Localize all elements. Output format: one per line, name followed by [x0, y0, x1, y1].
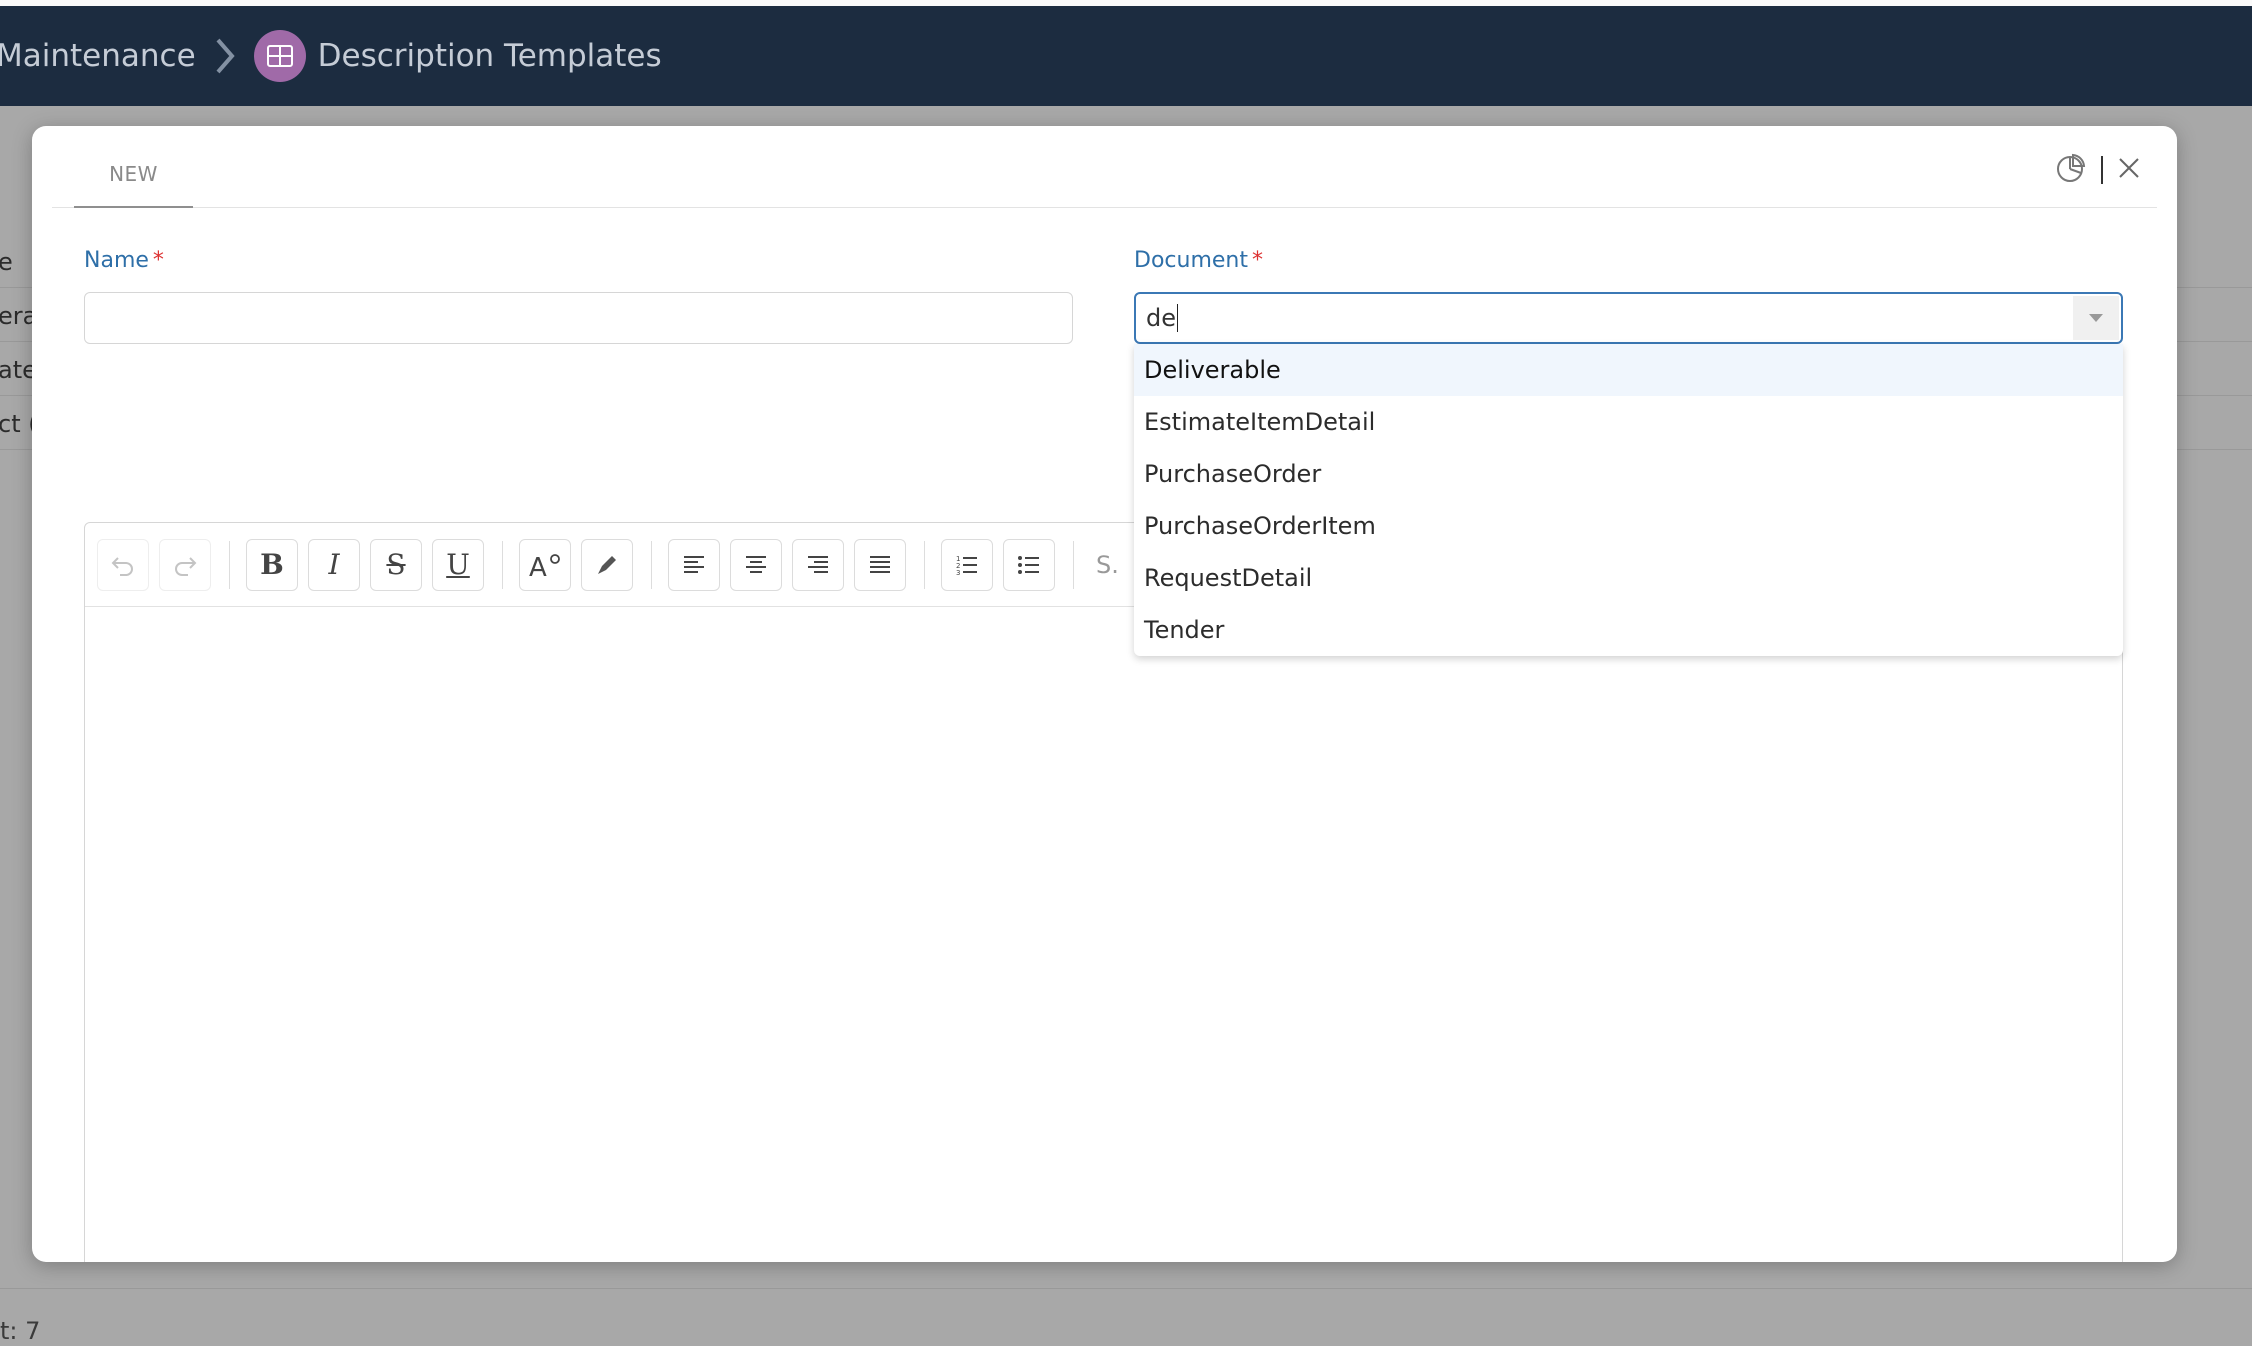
- close-icon[interactable]: [2117, 156, 2141, 184]
- toolbar-separator: [651, 540, 652, 589]
- document-options-list: Deliverable EstimateItemDetail PurchaseO…: [1134, 344, 2123, 656]
- ordered-list-icon: 123: [956, 555, 977, 576]
- document-label-text: Document: [1134, 248, 1248, 273]
- required-mark: *: [1251, 248, 1263, 273]
- align-justify-button[interactable]: [854, 538, 906, 591]
- bullet-list-icon: [1018, 555, 1039, 574]
- record-count: t: 7: [0, 1317, 41, 1345]
- background-footer: t: 7: [0, 1288, 2252, 1346]
- new-template-dialog: NEW Name * Document * de B I S U A 1 2 3…: [32, 126, 2177, 1262]
- breadcrumb-current: Description Templates: [317, 38, 662, 74]
- required-mark: *: [152, 248, 164, 273]
- actions-divider: [2101, 156, 2103, 184]
- toolbar-separator: [229, 540, 230, 589]
- option-item[interactable]: Tender: [1134, 604, 2123, 656]
- align-center-button[interactable]: [730, 538, 782, 591]
- italic-button[interactable]: I: [308, 538, 360, 591]
- option-item[interactable]: EstimateItemDetail: [1134, 396, 2123, 448]
- bold-button[interactable]: B: [246, 538, 298, 591]
- document-label: Document *: [1134, 248, 1263, 273]
- name-label: Name *: [84, 248, 164, 273]
- document-input-value: de: [1146, 304, 1176, 332]
- option-item[interactable]: PurchaseOrder: [1134, 448, 2123, 500]
- svg-text:3: 3: [956, 569, 960, 576]
- strikethrough-button[interactable]: S: [370, 538, 422, 591]
- underline-button[interactable]: U: [432, 538, 484, 591]
- toolbar-separator: [924, 540, 925, 589]
- document-combobox[interactable]: de: [1134, 292, 2123, 344]
- ordered-list-button[interactable]: 123: [941, 538, 993, 591]
- background-row-text: e: [0, 247, 13, 276]
- chevron-right-icon: [214, 36, 236, 76]
- option-item[interactable]: Deliverable: [1134, 344, 2123, 396]
- dropdown-toggle-button[interactable]: [2073, 296, 2119, 340]
- bullet-list-button[interactable]: [1003, 538, 1055, 591]
- svg-text:A: A: [529, 553, 547, 579]
- tab-new[interactable]: NEW: [74, 162, 193, 208]
- name-label-text: Name: [84, 248, 149, 273]
- breadcrumb-parent[interactable]: Maintenance: [0, 38, 196, 74]
- text-caret: [1177, 304, 1178, 332]
- font-color-icon: A: [529, 553, 560, 579]
- highlight-button[interactable]: [581, 538, 633, 591]
- highlighter-icon: [598, 555, 616, 574]
- dialog-actions: [2055, 152, 2141, 188]
- toolbar-separator: [502, 540, 503, 589]
- font-color-button[interactable]: A: [519, 538, 571, 591]
- align-left-button[interactable]: [668, 538, 720, 591]
- name-input[interactable]: [84, 292, 1073, 344]
- align-right-button[interactable]: [792, 538, 844, 591]
- toolbar-overflow-text: S.: [1096, 550, 1119, 579]
- toolbar-separator: [1073, 540, 1074, 589]
- app-header: Maintenance Description Templates: [0, 0, 2252, 106]
- dialog-tabbar: NEW: [52, 126, 2157, 208]
- align-justify-icon: [870, 555, 890, 573]
- undo-button[interactable]: [97, 538, 149, 591]
- template-module-icon: [253, 30, 306, 82]
- chevron-down-icon: [2089, 314, 2103, 322]
- undo-icon: [111, 556, 133, 576]
- align-left-icon: [684, 555, 704, 573]
- redo-button[interactable]: [159, 538, 211, 591]
- option-item[interactable]: RequestDetail: [1134, 552, 2123, 604]
- option-item[interactable]: PurchaseOrderItem: [1134, 500, 2123, 552]
- align-center-icon: [746, 555, 766, 573]
- align-right-icon: [808, 555, 828, 573]
- redo-icon: [175, 556, 197, 576]
- usage-chart-icon[interactable]: [2055, 152, 2087, 188]
